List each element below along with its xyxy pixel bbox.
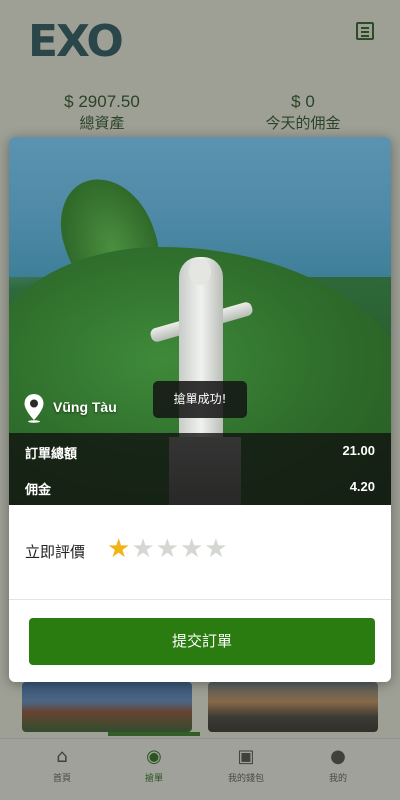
commission-label: 佣金	[25, 483, 52, 498]
star-icon[interactable]: ★	[180, 535, 203, 563]
order-total-row: 訂單總額 21.00	[25, 433, 375, 469]
map-pin-icon	[24, 394, 44, 423]
star-icon[interactable]: ★	[156, 535, 179, 563]
order-modal: Vũng Tàu 訂單總額 21.00 佣金 4.20 搶單成功! 立即評價 ★…	[9, 137, 391, 682]
commission-row: 佣金 4.20	[25, 469, 375, 505]
divider	[9, 599, 391, 600]
submit-order-button[interactable]: 提交訂單	[29, 618, 375, 665]
success-toast: 搶單成功!	[153, 381, 247, 418]
order-total-value: 21.00	[342, 443, 375, 458]
rating-row: 立即評價 ★★★★★	[25, 535, 375, 565]
commission-value: 4.20	[349, 479, 375, 494]
star-rating[interactable]: ★★★★★	[107, 535, 229, 565]
star-icon[interactable]: ★	[204, 535, 227, 563]
order-total-label: 訂單總額	[25, 447, 78, 462]
star-icon[interactable]: ★	[107, 535, 130, 563]
rating-label: 立即評價	[25, 543, 86, 561]
location-name: Vũng Tàu	[53, 399, 117, 415]
order-info-strip: 訂單總額 21.00 佣金 4.20	[9, 433, 391, 505]
star-icon[interactable]: ★	[131, 535, 154, 563]
